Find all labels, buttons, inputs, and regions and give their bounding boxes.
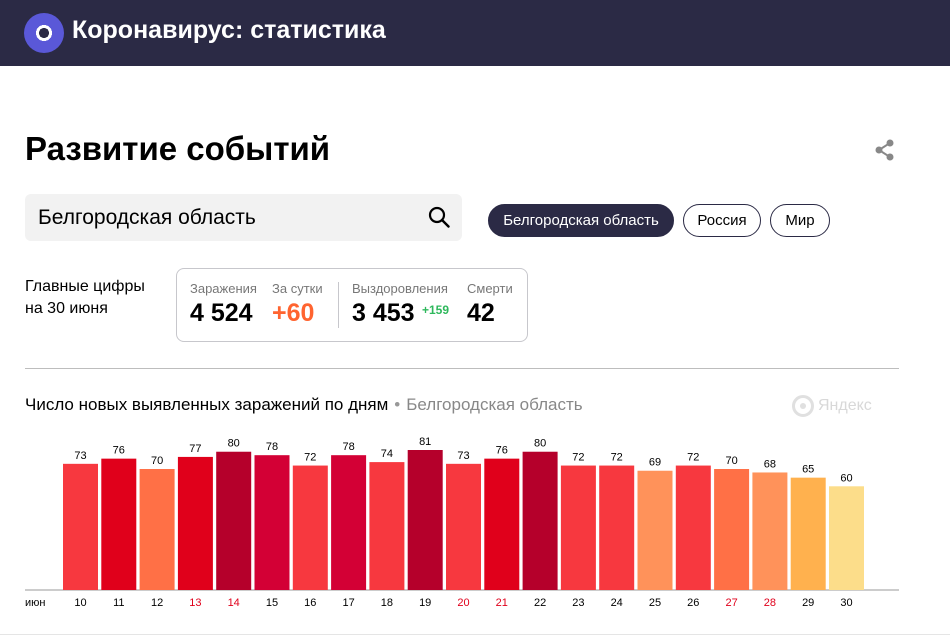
chart-bar[interactable]: [292, 465, 328, 590]
search-input[interactable]: [38, 194, 418, 241]
x-tick-label: 19: [419, 597, 431, 609]
bar-value-label: 78: [342, 441, 354, 453]
recoveries-value: 3 453: [352, 299, 415, 327]
bar-value-label: 74: [381, 448, 393, 460]
top-bar: Коронавирус: статистика: [0, 0, 950, 66]
chip-belgorod-region[interactable]: Белгородская область: [488, 204, 674, 237]
x-tick-label: 14: [228, 597, 240, 609]
chart-bar[interactable]: [331, 455, 367, 590]
chart-bar[interactable]: [522, 451, 558, 590]
chart-bar[interactable]: [560, 465, 596, 590]
chart-bar[interactable]: [790, 477, 826, 590]
chart-bar[interactable]: [675, 465, 711, 590]
share-icon[interactable]: [873, 138, 897, 162]
bar-value-label: 72: [687, 452, 699, 464]
bar-value-label: 80: [534, 438, 546, 450]
chart-bar[interactable]: [637, 470, 673, 590]
x-tick-label: 21: [496, 597, 508, 609]
stats-divider: [338, 282, 339, 328]
x-tick-label: 25: [649, 597, 661, 609]
bar-value-label: 69: [649, 457, 661, 469]
chart-bar[interactable]: [139, 469, 175, 590]
page-title: Развитие событий: [25, 130, 331, 167]
x-tick-label: 15: [266, 597, 278, 609]
infections-label: Заражения: [190, 281, 257, 296]
chart-bar[interactable]: [254, 455, 290, 590]
bar-value-label: 68: [764, 458, 776, 470]
chart-bar[interactable]: [101, 458, 137, 590]
chart-bar[interactable]: [407, 450, 443, 590]
bar-value-label: 76: [496, 445, 508, 457]
chart-bar[interactable]: [599, 465, 635, 590]
bar-value-label: 65: [802, 464, 814, 476]
x-tick-label: 29: [802, 597, 814, 609]
stats-panel: Заражения 4 524 За сутки +60 Выздоровлен…: [176, 268, 528, 342]
chip-russia[interactable]: Россия: [683, 204, 761, 237]
bar-value-label: 60: [840, 472, 852, 484]
chart-bar[interactable]: [714, 469, 750, 590]
x-tick-label: 11: [113, 597, 124, 609]
search-icon[interactable]: [428, 206, 450, 228]
x-axis-unit-label: июн: [25, 597, 45, 609]
x-tick-label: 27: [725, 597, 737, 609]
infections-value: 4 524: [190, 299, 253, 327]
x-tick-label: 18: [381, 597, 393, 609]
chart-bar[interactable]: [369, 462, 405, 590]
bar-value-label: 72: [572, 452, 584, 464]
chart-bar[interactable]: [177, 456, 213, 590]
coronavirus-logo-icon[interactable]: [24, 13, 64, 53]
main-figures-date: на 30 июня: [25, 300, 108, 317]
recoveries-label: Выздоровления: [352, 281, 448, 296]
chart-title: Число новых выявленных заражений по дням: [25, 395, 389, 414]
per-day-value: +60: [272, 299, 315, 327]
bottom-border: [0, 634, 950, 635]
bar-value-label: 80: [228, 438, 240, 450]
x-tick-label: 16: [304, 597, 316, 609]
region-search: [25, 194, 462, 241]
bar-value-label: 81: [419, 436, 431, 448]
section-divider: [25, 368, 899, 369]
x-tick-label: 28: [764, 597, 776, 609]
x-tick-label: 26: [687, 597, 699, 609]
bar-value-label: 76: [113, 445, 125, 457]
x-tick-label: 30: [840, 597, 852, 609]
main-figures-label: Главные цифры на 30 июня: [25, 276, 145, 320]
yandex-logo-icon: [792, 395, 814, 417]
x-tick-label: 10: [74, 597, 86, 609]
app-title[interactable]: Коронавирус: статистика: [72, 16, 386, 45]
deaths-label: Смерти: [467, 281, 513, 296]
chart-heading: Число новых выявленных заражений по дням…: [25, 395, 583, 415]
yandex-watermark: Яндекс: [792, 395, 872, 417]
bar-value-label: 70: [151, 455, 163, 467]
chart-region: Белгородская область: [406, 395, 583, 414]
bar-value-label: 78: [266, 441, 278, 453]
x-tick-label: 17: [342, 597, 354, 609]
daily-cases-bar-chart: июн 73 10 76 11 70 12 77 13 80 14 78 15 72 16 78 17 74 18 8…: [25, 436, 899, 609]
x-tick-label: 23: [572, 597, 584, 609]
bar-value-label: 77: [189, 443, 201, 455]
chart-bar[interactable]: [63, 463, 98, 590]
bar-value-label: 72: [304, 452, 316, 464]
x-tick-label: 20: [457, 597, 469, 609]
chart-bar[interactable]: [216, 451, 252, 590]
x-tick-label: 24: [611, 597, 623, 609]
per-day-label: За сутки: [272, 281, 323, 296]
bar-value-label: 73: [74, 450, 86, 462]
deaths-value: 42: [467, 299, 495, 327]
chart-bar[interactable]: [829, 486, 864, 590]
yandex-watermark-text: Яндекс: [818, 397, 872, 415]
bar-value-label: 73: [457, 450, 469, 462]
separator-dot: •: [394, 395, 401, 414]
chip-world[interactable]: Мир: [770, 204, 830, 237]
x-tick-label: 12: [151, 597, 163, 609]
chart-bar[interactable]: [752, 472, 788, 590]
recoveries-delta: +159: [422, 303, 450, 317]
bar-value-label: 70: [725, 455, 737, 467]
chart-bar[interactable]: [446, 463, 481, 590]
main-figures-title: Главные цифры: [25, 278, 145, 295]
bar-value-label: 72: [611, 452, 623, 464]
x-tick-label: 22: [534, 597, 546, 609]
chart-bar[interactable]: [484, 458, 520, 590]
x-tick-label: 13: [189, 597, 201, 609]
